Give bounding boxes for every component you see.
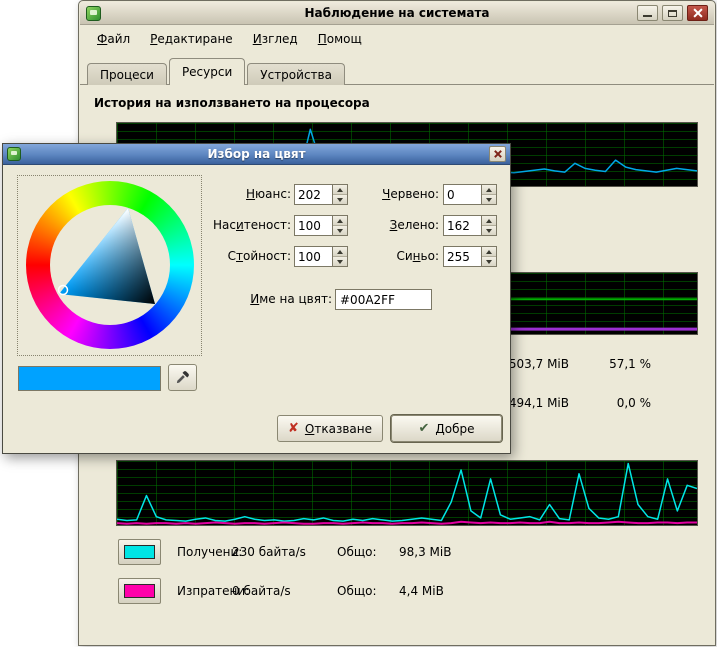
hue-spinner: [294, 184, 348, 205]
hue-input[interactable]: [295, 185, 332, 204]
close-icon: [688, 6, 707, 20]
value-spinner: [294, 246, 348, 267]
hue-label: Нюанс:: [153, 184, 291, 205]
ok-button-label: Добре: [435, 422, 474, 436]
blue-input[interactable]: [444, 247, 481, 266]
network-history-chart: [116, 460, 698, 526]
cancel-button-label: Отказване: [305, 422, 372, 436]
tab-devices[interactable]: Устройства: [247, 63, 345, 85]
ok-check-icon: ✔: [418, 421, 429, 436]
menubar: Файл Редактиране Изглед Помощ: [81, 28, 713, 50]
memory-percent-value: 57,1 %: [609, 357, 651, 371]
main-window-title: Наблюдение на системата: [80, 6, 714, 20]
color-picker-dialog: Избор на цвят Нюанс:: [2, 143, 511, 454]
maximize-button[interactable]: [662, 5, 683, 21]
received-total-label: Общо:: [337, 545, 377, 559]
selected-color-preview: [18, 366, 161, 391]
tab-processes[interactable]: Процеси: [87, 63, 167, 85]
minimize-button[interactable]: [637, 5, 658, 21]
green-down-button[interactable]: [482, 225, 496, 235]
red-label: Червено:: [343, 184, 439, 205]
main-titlebar[interactable]: Наблюдение на системата: [80, 2, 714, 25]
dialog-close-button[interactable]: [489, 146, 506, 162]
saturation-input[interactable]: [295, 216, 332, 235]
system-monitor-icon[interactable]: [86, 6, 101, 21]
menu-help[interactable]: Помощ: [308, 29, 372, 49]
window-controls: [637, 5, 708, 21]
dialog-close-icon: [490, 147, 505, 161]
color-name-input[interactable]: [335, 289, 432, 310]
cpu-history-heading: История на използването на процесора: [94, 96, 370, 110]
green-spinner: [443, 215, 497, 236]
cancel-x-icon: ✘: [288, 421, 299, 436]
sent-total-label: Общо:: [337, 584, 377, 598]
received-color-swatch: [124, 545, 155, 559]
red-down-button[interactable]: [482, 194, 496, 204]
received-total-value: 98,3 MiB: [399, 545, 451, 559]
swap-percent-value: 0,0 %: [609, 396, 651, 410]
saturation-label: Наситеност:: [153, 215, 291, 236]
value-label: Стойност:: [153, 246, 291, 267]
green-input[interactable]: [444, 216, 481, 235]
cancel-button[interactable]: ✘ Отказване: [277, 415, 383, 442]
menu-edit[interactable]: Редактиране: [140, 29, 243, 49]
dialog-window-icon[interactable]: [7, 147, 21, 161]
saturation-spinner: [294, 215, 348, 236]
close-button[interactable]: [687, 5, 708, 21]
sent-color-swatch: [124, 584, 155, 598]
sent-color-button[interactable]: [118, 578, 161, 604]
menu-view[interactable]: Изглед: [243, 29, 308, 49]
green-label: Зелено:: [343, 215, 439, 236]
blue-label: Синьо:: [343, 246, 439, 267]
notebook-tabs: Процеси Ресурси Устройства: [87, 58, 347, 85]
received-rate-value: 230 байта/s: [232, 545, 306, 559]
value-input[interactable]: [295, 247, 332, 266]
received-color-button[interactable]: [118, 539, 161, 565]
menu-file[interactable]: Файл: [87, 29, 140, 49]
sent-total-value: 4,4 MiB: [399, 584, 444, 598]
green-up-button[interactable]: [482, 216, 496, 225]
ok-button[interactable]: ✔ Добре: [391, 415, 502, 442]
blue-up-button[interactable]: [482, 247, 496, 256]
red-up-button[interactable]: [482, 185, 496, 194]
color-name-label: Име на цвят:: [153, 289, 332, 310]
blue-spinner: [443, 246, 497, 267]
eyedropper-button[interactable]: [168, 364, 197, 391]
dialog-title: Избор на цвят: [3, 147, 510, 161]
sent-rate-value: 0 байта/s: [232, 584, 291, 598]
dialog-titlebar[interactable]: Избор на цвят: [3, 144, 510, 165]
red-input[interactable]: [444, 185, 481, 204]
eyedropper-icon: [175, 370, 190, 385]
tab-resources[interactable]: Ресурси: [169, 58, 245, 85]
red-spinner: [443, 184, 497, 205]
blue-down-button[interactable]: [482, 256, 496, 266]
